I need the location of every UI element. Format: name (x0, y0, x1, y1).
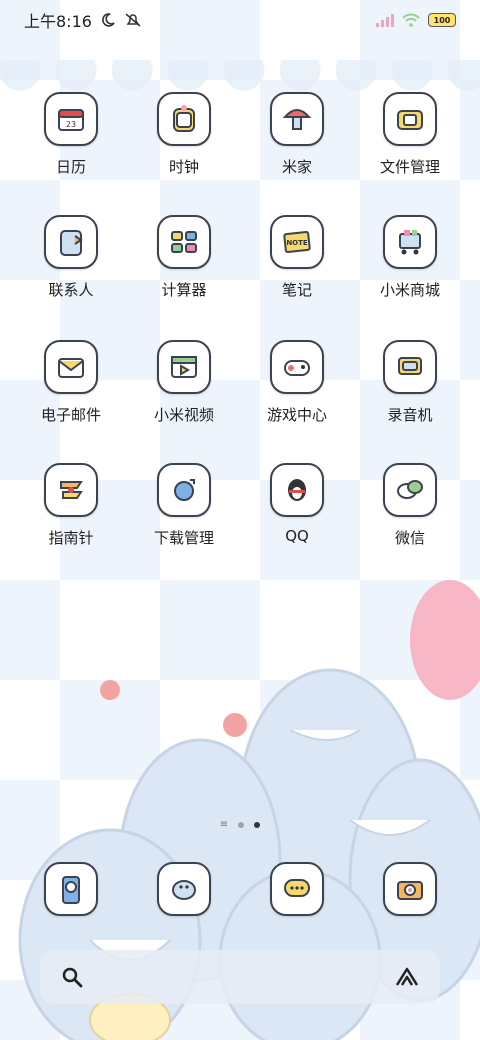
app-label: 小米视频 (153, 406, 214, 424)
phone-icon[interactable] (44, 862, 98, 916)
camera-icon[interactable] (383, 862, 437, 916)
app-label: 联系人 (48, 281, 94, 299)
folder-icon[interactable] (383, 92, 437, 146)
app-label: QQ (285, 527, 309, 545)
svg-text:NOTE: NOTE (286, 239, 308, 247)
gamepad-icon[interactable] (270, 340, 324, 394)
home-icon[interactable] (270, 92, 324, 146)
app-label: 小米商城 (379, 281, 440, 299)
app-label: 计算器 (161, 281, 207, 299)
dock-app-chat[interactable] (247, 862, 347, 916)
app-shopping-cart[interactable]: 小米商城 (360, 215, 460, 300)
shopping-cart-icon[interactable] (383, 215, 437, 269)
moon-icon (102, 13, 115, 27)
app-label: 日历 (55, 158, 86, 176)
recorder-icon[interactable] (383, 340, 437, 394)
assistant-icon[interactable] (394, 965, 420, 989)
app-calendar[interactable]: 23 日历 (21, 92, 121, 177)
page-dot-1[interactable] (238, 822, 245, 828)
status-time: 上午8:16 (24, 12, 92, 31)
app-clock[interactable]: 时钟 (134, 92, 234, 177)
note-icon[interactable]: NOTE (270, 215, 324, 269)
dock-app-messages[interactable] (134, 862, 234, 916)
app-penguin[interactable]: QQ (247, 463, 347, 545)
messages-icon[interactable] (157, 862, 211, 916)
chat-icon[interactable] (270, 862, 324, 916)
app-label: 下载管理 (153, 529, 214, 547)
chat-bubble-icon[interactable] (383, 463, 437, 517)
wifi-icon (402, 13, 420, 27)
app-recorder[interactable]: 录音机 (360, 340, 460, 425)
app-compass[interactable]: 指南针 (21, 463, 121, 548)
mail-icon[interactable] (44, 340, 98, 394)
app-label: 微信 (394, 529, 425, 547)
svg-text:23: 23 (66, 120, 76, 129)
compass-icon[interactable] (44, 463, 98, 517)
app-chat-bubble[interactable]: 微信 (360, 463, 460, 548)
app-label: 游戏中心 (266, 406, 327, 424)
app-note[interactable]: NOTE 笔记 (247, 215, 347, 300)
dock-app-phone[interactable] (21, 862, 121, 916)
app-mail[interactable]: 电子邮件 (21, 340, 121, 425)
battery-level: 100 (433, 15, 451, 25)
app-label: 米家 (281, 158, 312, 176)
battery-icon: 100 (428, 13, 456, 27)
calculator-icon[interactable] (157, 215, 211, 269)
app-label: 时钟 (168, 158, 199, 176)
app-gamepad[interactable]: 游戏中心 (247, 340, 347, 425)
app-calculator[interactable]: 计算器 (134, 215, 234, 300)
page-indicator-list-icon: ≡ (219, 819, 229, 830)
penguin-icon[interactable] (270, 463, 324, 517)
clock-icon[interactable] (157, 92, 211, 146)
app-label: 指南针 (48, 529, 94, 547)
search-bar[interactable] (40, 950, 440, 1004)
calendar-icon[interactable]: 23 (44, 92, 98, 146)
bell-muted-icon (125, 13, 141, 27)
app-contacts[interactable]: 联系人 (21, 215, 121, 300)
app-label: 笔记 (281, 281, 312, 299)
search-icon[interactable] (60, 965, 84, 989)
app-label: 文件管理 (379, 158, 440, 176)
app-home[interactable]: 米家 (247, 92, 347, 177)
page-dot-2[interactable] (254, 822, 261, 828)
app-video[interactable]: 小米视频 (134, 340, 234, 425)
app-label: 录音机 (387, 406, 433, 424)
signal-icon (376, 13, 394, 27)
app-folder[interactable]: 文件管理 (360, 92, 460, 177)
video-icon[interactable] (157, 340, 211, 394)
status-bar: 上午8:16 100 (0, 0, 480, 40)
download-icon[interactable] (157, 463, 211, 517)
contacts-icon[interactable] (44, 215, 98, 269)
page-indicator[interactable]: ≡ (0, 819, 480, 830)
dock-app-camera[interactable] (360, 862, 460, 916)
app-download[interactable]: 下载管理 (134, 463, 234, 548)
app-label: 电子邮件 (40, 406, 101, 424)
